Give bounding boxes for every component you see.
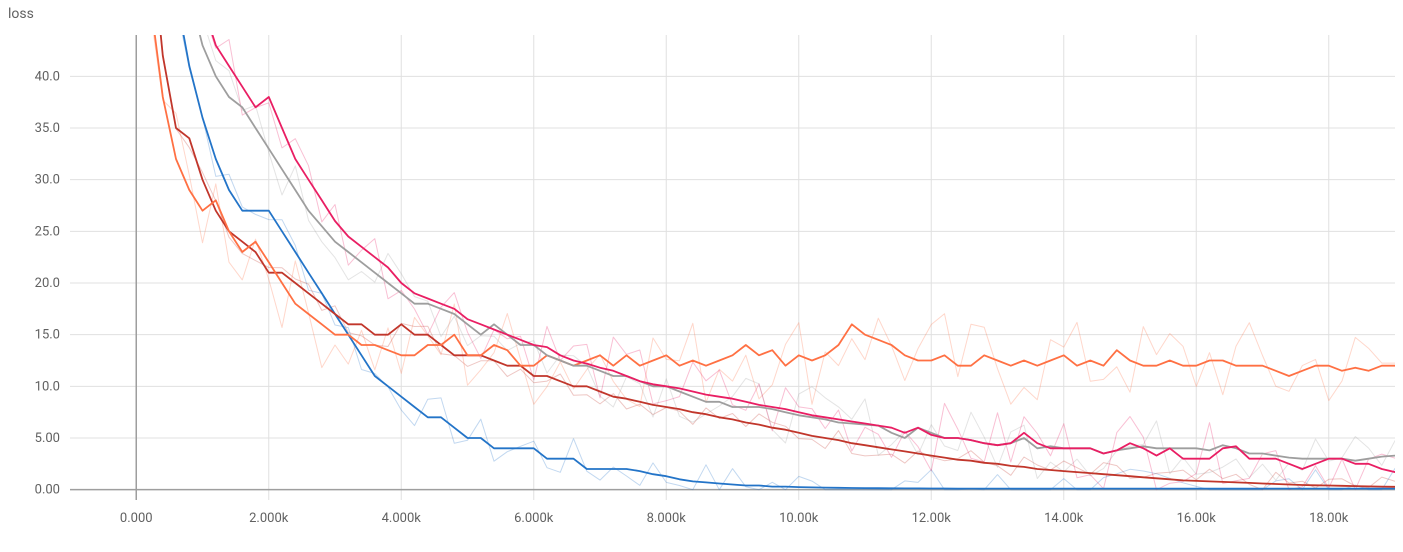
y-tick: 40.0: [35, 69, 60, 84]
x-tick: 8.000k: [647, 511, 687, 526]
series-run-pink: [136, 0, 1395, 472]
x-tick: 4.000k: [382, 511, 422, 526]
raw-run-orange: [136, 0, 1395, 406]
svg-text:15.0: 15.0: [35, 328, 60, 343]
y-tick: 0.00: [35, 483, 60, 498]
y-tick: 10.0: [35, 379, 60, 394]
series-run-blue: [136, 0, 1395, 489]
svg-text:12.00k: 12.00k: [912, 511, 952, 526]
svg-text:25.0: 25.0: [35, 224, 60, 239]
y-tick: 5.00: [35, 431, 60, 446]
x-tick: 10.00k: [779, 511, 819, 526]
x-tick: 0.000: [120, 511, 153, 526]
svg-text:2.000k: 2.000k: [249, 511, 289, 526]
svg-text:40.0: 40.0: [35, 69, 60, 84]
svg-text:35.0: 35.0: [35, 121, 60, 136]
x-tick: 6.000k: [514, 511, 554, 526]
series-run-orange: [136, 0, 1395, 376]
svg-text:10.00k: 10.00k: [779, 511, 819, 526]
svg-text:8.000k: 8.000k: [647, 511, 687, 526]
y-tick: 25.0: [35, 224, 60, 239]
svg-text:20.0: 20.0: [35, 276, 60, 291]
svg-text:0.00: 0.00: [35, 483, 60, 498]
svg-text:5.00: 5.00: [35, 431, 60, 446]
svg-text:0.000: 0.000: [120, 511, 153, 526]
chart-container: loss 0.00 5.00 10.0 15.0 20.0 25.0 30.0 35.0 40.…: [0, 0, 1403, 552]
svg-text:14.00k: 14.00k: [1044, 511, 1084, 526]
x-tick: 16.00k: [1177, 511, 1217, 526]
raw-run-darkred: [136, 0, 1395, 490]
y-tick: 35.0: [35, 121, 60, 136]
loss-chart[interactable]: 0.00 5.00 10.0 15.0 20.0 25.0 30.0 35.0 40.0 0.00…: [0, 0, 1403, 552]
lines: [136, 0, 1395, 490]
svg-text:16.00k: 16.00k: [1177, 511, 1217, 526]
svg-text:4.000k: 4.000k: [382, 511, 422, 526]
chart-title: loss: [8, 6, 34, 22]
raw-run-pink: [136, 0, 1395, 490]
svg-text:18.00k: 18.00k: [1309, 511, 1349, 526]
raw-run-blue: [136, 0, 1395, 490]
svg-text:10.0: 10.0: [35, 379, 60, 394]
x-tick: 2.000k: [249, 511, 289, 526]
svg-text:6.000k: 6.000k: [514, 511, 554, 526]
series-run-darkred: [136, 0, 1395, 487]
svg-text:30.0: 30.0: [35, 173, 60, 188]
x-tick: 12.00k: [912, 511, 952, 526]
x-tick: 14.00k: [1044, 511, 1084, 526]
y-tick: 15.0: [35, 328, 60, 343]
x-tick: 18.00k: [1309, 511, 1349, 526]
y-tick: 20.0: [35, 276, 60, 291]
y-tick: 30.0: [35, 173, 60, 188]
